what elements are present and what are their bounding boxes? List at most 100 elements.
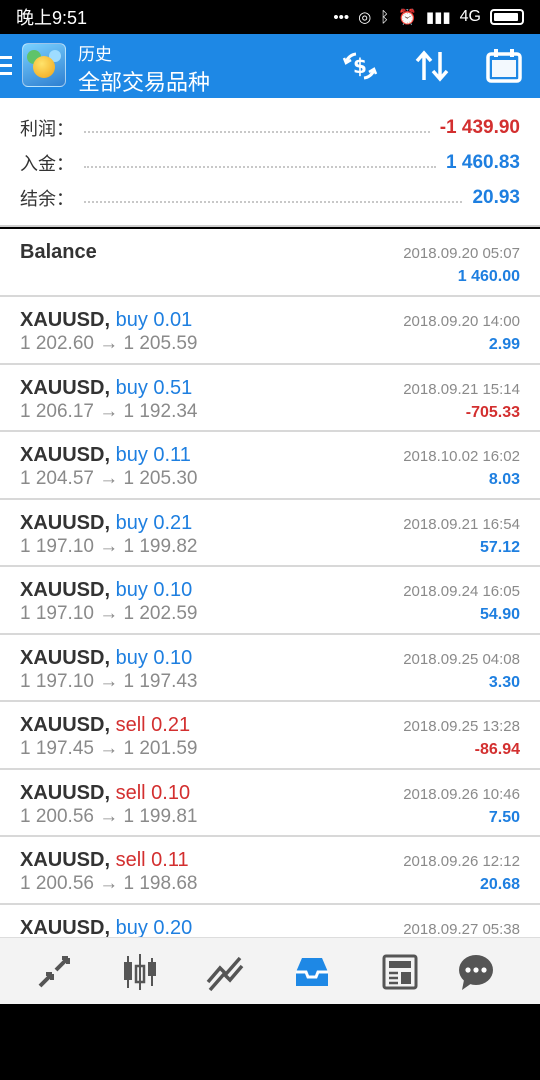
- header-subtitle: 历史: [78, 45, 112, 64]
- deposit-label: 入金：: [20, 154, 74, 174]
- profit-value: -1 439.90: [439, 117, 520, 138]
- balance-entry[interactable]: Balance 2018.09.20 05:07 1 460.00: [0, 229, 540, 297]
- summary-panel: 利润： -1 439.90 入金： 1 460.83 结余： 20.93: [0, 98, 540, 227]
- trade-date: 2018.09.27 05:38: [403, 920, 520, 938]
- alarm-icon: ⏰: [398, 9, 417, 26]
- trade-type: sell 0.21: [115, 714, 191, 736]
- trade-prices: 1 197.10 → 1 202.59: [20, 603, 198, 624]
- calendar-icon[interactable]: [484, 48, 524, 84]
- trade-type: buy 0.01: [115, 309, 193, 331]
- trade-profit: 2.99: [488, 336, 520, 353]
- trade-date: 2018.09.20 14:00: [403, 313, 520, 330]
- trade-prices: 1 200.56 → 1 199.81: [20, 805, 198, 827]
- trade-symbol-name: XAUUSD,: [20, 646, 111, 669]
- trade-prices: 1 204.57 → 1 205.30: [20, 468, 198, 489]
- trade-symbol: XAUUSD, buy 0.11: [20, 444, 191, 467]
- trade-profit: 8.03: [488, 471, 520, 488]
- trade-symbol: XAUUSD, buy 0.21: [20, 512, 192, 535]
- balance-entry-date: 2018.09.20 05:07: [403, 245, 520, 262]
- trade-symbol-name: XAUUSD,: [20, 376, 111, 399]
- dotted-leader: [84, 201, 463, 203]
- signal-icon: ▮▮▮: [425, 9, 451, 26]
- menu-icon[interactable]: [0, 56, 14, 76]
- trade-profit: 20.68: [479, 876, 520, 893]
- trade-prices: 1 197.45 → 1 201.59: [20, 738, 198, 759]
- news-icon[interactable]: [378, 950, 422, 994]
- trade-type: sell 0.11: [115, 849, 189, 871]
- trade-type: buy 0.51: [115, 376, 193, 399]
- trade-symbol: XAUUSD, buy 0.10: [20, 647, 192, 670]
- trade-symbol-name: XAUUSD,: [20, 579, 111, 601]
- header-title[interactable]: 全部交易品种: [78, 65, 210, 97]
- balance-entry-amount: 1 460.00: [457, 268, 520, 285]
- trade-row[interactable]: XAUUSD, buy 0.01 1 202.60 → 1 205.59 2018.…: [0, 297, 540, 365]
- deposit-row: 入金： 1 460.83: [20, 149, 520, 177]
- trade-icon[interactable]: [204, 950, 248, 994]
- trade-symbol: XAUUSD, buy 0.01: [20, 309, 192, 332]
- status-time: 晚上9:51: [16, 8, 88, 28]
- svg-text:$: $: [353, 54, 367, 78]
- hotspot-icon: ◎: [358, 9, 372, 26]
- trade-profit: 57.12: [479, 538, 520, 556]
- trade-symbol-name: XAUUSD,: [20, 781, 111, 804]
- trade-date: 2018.10.02 16:02: [403, 448, 520, 465]
- trade-row[interactable]: XAUUSD, buy 0.11 1 204.57 → 1 205.30 2018.…: [0, 432, 540, 500]
- trade-prices: 1 197.10 → 1 199.82: [20, 535, 198, 557]
- trade-row[interactable]: XAUUSD, buy 0.51 1 206.17 → 1 192.34 2018.…: [0, 364, 540, 432]
- app-logo[interactable]: [22, 43, 66, 87]
- bottom-navigation: [0, 937, 540, 1004]
- trade-symbol: XAUUSD, sell 0.11: [20, 849, 189, 872]
- battery-icon: [490, 9, 524, 25]
- trade-symbol: XAUUSD, sell 0.10: [20, 782, 190, 805]
- status-bar: 晚上9:51 ••• ◎ ᛒ ⏰ ▮▮▮ 4G: [0, 0, 540, 34]
- trade-date: 2018.09.21 15:14: [403, 380, 520, 398]
- trade-row[interactable]: XAUUSD, sell 0.21 1 197.45 → 1 201.59 2018…: [0, 702, 540, 770]
- trade-row[interactable]: XAUUSD, buy 0.10 1 197.10 → 1 202.59 2018.…: [0, 567, 540, 635]
- bluetooth-icon: ᛒ: [380, 8, 390, 26]
- status-icons: ••• ◎ ᛒ ⏰ ▮▮▮ 4G: [333, 8, 524, 26]
- trade-prices: 1 200.56 → 1 198.68: [20, 873, 198, 894]
- trade-row[interactable]: XAUUSD, buy 0.20 2018.09.27 05:38: [0, 904, 540, 938]
- trade-symbol: XAUUSD, buy 0.51: [20, 377, 192, 400]
- more-dots-icon: •••: [333, 8, 350, 26]
- trade-symbol: XAUUSD, buy 0.10: [20, 579, 192, 602]
- trade-profit: 3.30: [488, 673, 520, 691]
- trade-row[interactable]: XAUUSD, sell 0.10 1 200.56 → 1 199.81 2018…: [0, 769, 540, 837]
- trade-date: 2018.09.24 16:05: [403, 583, 520, 600]
- system-nav-bar: [0, 1004, 540, 1080]
- trade-row[interactable]: XAUUSD, sell 0.11 1 200.56 → 1 198.68 2018…: [0, 837, 540, 905]
- history-list[interactable]: Balance 2018.09.20 05:07 1 460.00 XAUUSD…: [0, 229, 540, 937]
- chat-icon[interactable]: [454, 950, 498, 994]
- chart-icon[interactable]: [118, 950, 162, 994]
- trade-type: buy 0.10: [115, 646, 193, 669]
- trade-profit: -86.94: [474, 741, 520, 758]
- dotted-leader: [84, 166, 437, 168]
- sort-icon[interactable]: [412, 48, 452, 84]
- balance-label: 结余：: [20, 189, 74, 209]
- trade-type: buy 0.21: [115, 511, 193, 534]
- profit-row: 利润： -1 439.90: [20, 114, 520, 142]
- trade-date: 2018.09.21 16:54: [403, 515, 520, 533]
- currency-filter-icon[interactable]: $: [340, 48, 380, 84]
- trade-type: buy 0.10: [115, 579, 193, 601]
- balance-row: 结余： 20.93: [20, 184, 520, 212]
- trade-profit: -705.33: [465, 403, 520, 421]
- deposit-value: 1 460.83: [446, 152, 520, 173]
- trade-symbol-name: XAUUSD,: [20, 714, 111, 736]
- trade-profit: 7.50: [488, 808, 520, 826]
- balance-value: 20.93: [472, 187, 520, 208]
- trade-row[interactable]: XAUUSD, buy 0.21 1 197.10 → 1 199.82 2018.…: [0, 499, 540, 567]
- trade-row[interactable]: XAUUSD, buy 0.10 1 197.10 → 1 197.43 2018.…: [0, 634, 540, 702]
- network-type: 4G: [459, 8, 481, 25]
- trade-profit: 54.90: [479, 606, 520, 623]
- quotes-icon[interactable]: [32, 950, 76, 994]
- dotted-leader: [84, 131, 430, 133]
- trade-symbol-name: XAUUSD,: [20, 849, 111, 871]
- history-icon[interactable]: [290, 950, 334, 994]
- app-header: 历史 全部交易品种 $: [0, 34, 540, 98]
- balance-entry-label: Balance: [20, 241, 97, 263]
- trade-symbol-name: XAUUSD,: [20, 511, 111, 534]
- trade-symbol-name: XAUUSD,: [20, 444, 111, 466]
- trade-symbol: XAUUSD, sell 0.21: [20, 714, 190, 737]
- trade-date: 2018.09.26 12:12: [403, 853, 520, 870]
